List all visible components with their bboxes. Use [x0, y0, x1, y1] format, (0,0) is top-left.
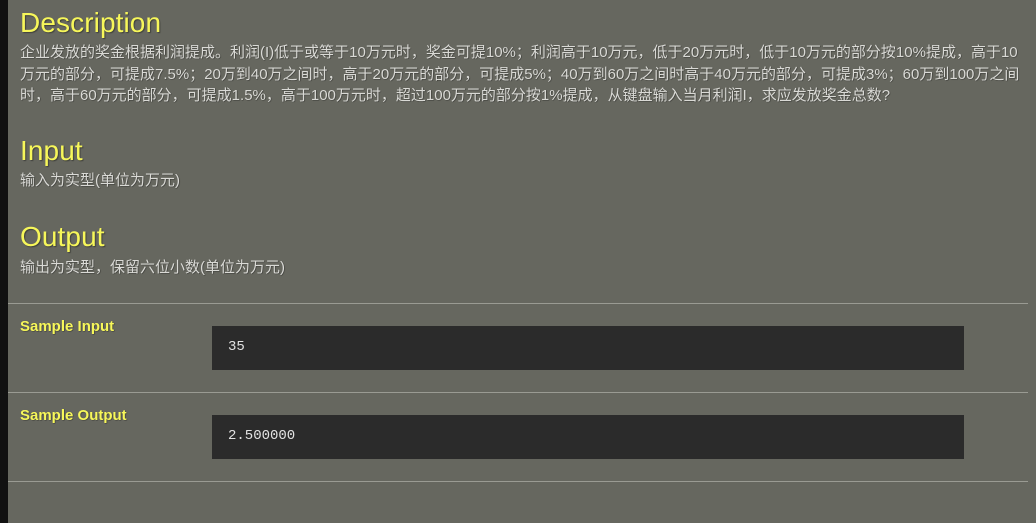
left-edge-strip: [0, 0, 8, 523]
sample-input-value-cell: 35: [212, 304, 1028, 393]
description-section: Description 企业发放的奖金根据利润提成。利润(I)低于或等于10万元…: [8, 0, 1036, 107]
table-row: Sample Output 2.500000: [8, 392, 1028, 482]
sample-input-code-box[interactable]: 35: [212, 326, 964, 371]
output-section: Output 输出为实型，保留六位小数(单位为万元): [8, 191, 1036, 278]
problem-statement-page: Description 企业发放的奖金根据利润提成。利润(I)低于或等于10万元…: [8, 0, 1036, 523]
sample-output-code-box[interactable]: 2.500000: [212, 415, 964, 460]
description-heading: Description: [20, 7, 162, 38]
input-heading: Input: [20, 134, 83, 166]
output-heading: Output: [20, 221, 105, 253]
description-text: 企业发放的奖金根据利润提成。利润(I)低于或等于10万元时，奖金可提10%；利润…: [20, 44, 1020, 105]
sample-input-label-cell: Sample Input: [8, 304, 212, 393]
output-text: 输出为实型，保留六位小数(单位为万元): [20, 258, 285, 276]
input-text: 输入为实型(单位为万元): [20, 171, 180, 189]
sample-output-label-cell: Sample Output: [8, 393, 212, 482]
sample-output-label: Sample Output: [20, 407, 127, 425]
table-row: Sample Input 35: [8, 303, 1028, 393]
samples-table: Sample Input 35 Sample Output 2.500000: [8, 303, 1028, 482]
input-section: Input 输入为实型(单位为万元): [8, 107, 1036, 192]
sample-output-value-cell: 2.500000: [212, 393, 1028, 482]
sample-input-label: Sample Input: [20, 318, 115, 336]
